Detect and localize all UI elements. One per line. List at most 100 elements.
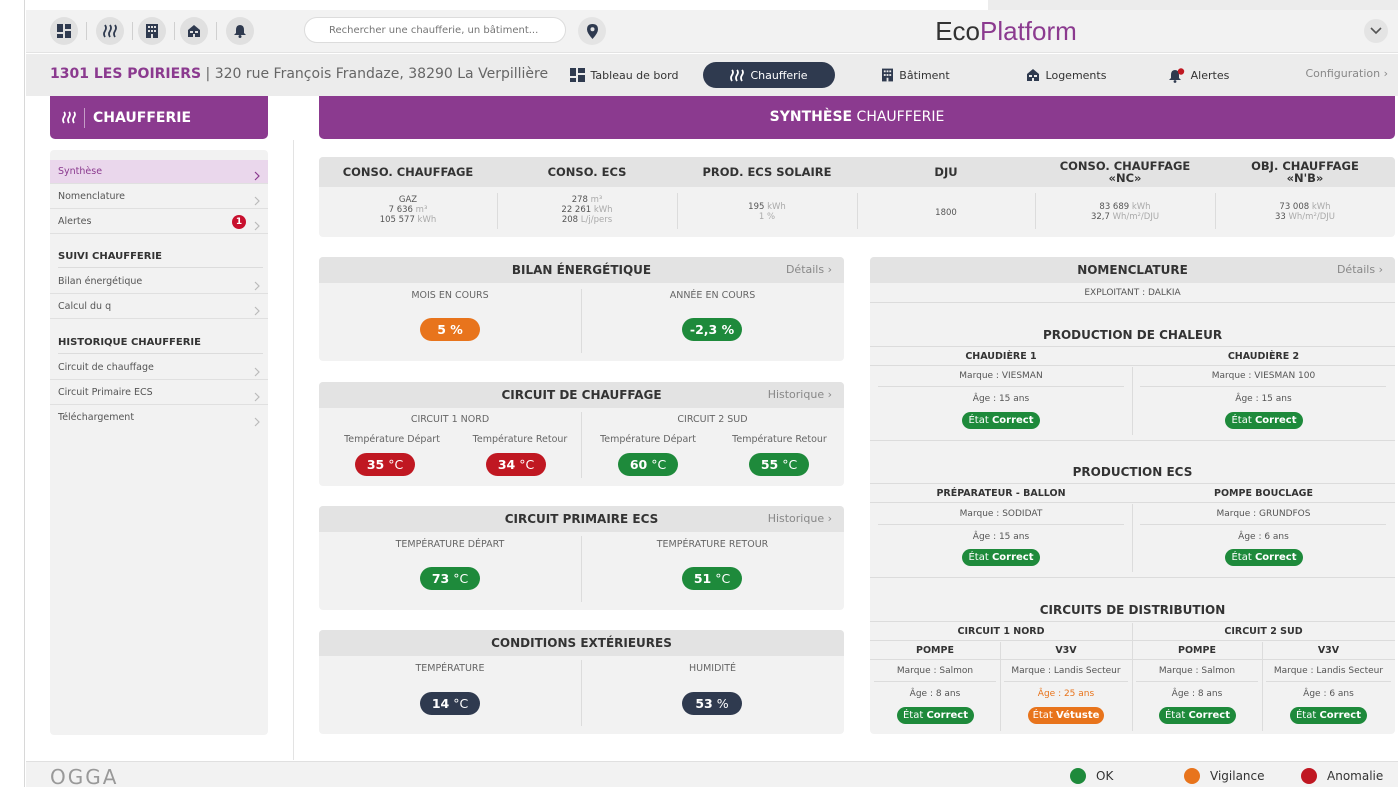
- search-input[interactable]: [304, 17, 566, 43]
- equipment-age: Âge : 15 ans: [972, 532, 1030, 542]
- equipment-brand: Marque : Salmon: [1158, 666, 1236, 676]
- equipment-name: POMPE: [1178, 645, 1216, 656]
- details-link[interactable]: Détails ›: [1337, 257, 1383, 283]
- card-separator: [581, 289, 582, 353]
- sidebar-item-bilan[interactable]: Bilan énergétique: [50, 270, 268, 294]
- sidebar-item-telechargement[interactable]: Téléchargement: [50, 406, 268, 430]
- summary-header-text: DJU: [934, 165, 958, 179]
- status-badge: État Correct: [1225, 549, 1303, 566]
- card-separator: [581, 536, 582, 602]
- temp-value: 60: [629, 457, 648, 472]
- sidebar-item-circuit-chauffage[interactable]: Circuit de chauffage: [50, 356, 268, 380]
- temp-unit: °C: [515, 457, 535, 472]
- historique-link[interactable]: Historique ›: [768, 382, 832, 408]
- sidebar-item-synthese[interactable]: Synthèse: [50, 160, 268, 184]
- dashboard-icon-button[interactable]: [50, 17, 78, 45]
- nav-label: Alertes: [1190, 68, 1230, 82]
- summary-value: 105 577: [379, 215, 415, 225]
- summary-header-text: PROD. ECS SOLAIRE: [702, 165, 832, 179]
- summary-header: CONSO. ECS: [497, 157, 677, 187]
- status-badge: État Correct: [897, 707, 974, 724]
- top-bar: EcoPlatform: [26, 10, 1398, 53]
- sidebar-item-alertes[interactable]: Alertes 1: [50, 210, 268, 234]
- site-code: 1301 LES POIRIERS: [50, 66, 202, 82]
- divider: [878, 524, 1124, 525]
- icon-separator: [132, 22, 133, 40]
- chevron-right-icon: [254, 413, 260, 437]
- nav-configuration[interactable]: Configuration ›: [1305, 67, 1388, 80]
- details-link[interactable]: Détails ›: [786, 257, 832, 283]
- summary-fuel: GAZ: [398, 195, 418, 205]
- annee-label: ANNÉE EN COURS: [669, 290, 756, 301]
- equipment-brand: Marque : VIESMAN: [959, 371, 1043, 381]
- status-value: Vétuste: [1056, 710, 1100, 721]
- summary-value: 32,7: [1090, 212, 1110, 222]
- card-header: CIRCUIT PRIMAIRE ECS Historique ›: [319, 506, 844, 532]
- status-prefix: État: [1231, 415, 1255, 426]
- status-prefix: État: [1164, 710, 1189, 721]
- status-prefix: État: [1231, 552, 1255, 563]
- summary-unit: kWh: [1309, 202, 1331, 212]
- summary-value: 208: [561, 215, 579, 225]
- housing-icon-button[interactable]: [180, 17, 208, 45]
- c2-depart-badge: 60 °C: [618, 453, 678, 476]
- temperature-label: TEMPÉRATURE: [415, 663, 485, 674]
- temp-unit: °C: [449, 696, 469, 711]
- sidebar-item-circuit-ecs[interactable]: Circuit Primaire ECS: [50, 381, 268, 405]
- nav-tableau-de-bord[interactable]: Tableau de bord: [568, 62, 680, 88]
- sidebar-item-nomenclature[interactable]: Nomenclature: [50, 185, 268, 209]
- summary-values: 83 689 kWh 32,7 Wh/m²/DJU: [1035, 202, 1215, 222]
- alerts-icon-button[interactable]: [226, 17, 254, 45]
- expand-button[interactable]: [1364, 19, 1388, 43]
- housing-icon: [1026, 69, 1039, 81]
- nav-chaufferie[interactable]: Chaufferie: [703, 62, 835, 88]
- summary-values: 195 kWh 1 %: [677, 202, 857, 222]
- equipment-brand: Marque : GRUNDFOS: [1216, 509, 1311, 519]
- equipment-name: V3V: [1317, 645, 1340, 656]
- temp-unit: °C: [778, 457, 798, 472]
- summary-unit: kWh: [764, 202, 786, 212]
- sidebar-item-calcul[interactable]: Calcul du q: [50, 295, 268, 319]
- card-title: CIRCUIT DE CHAUFFAGE: [501, 388, 662, 402]
- retour-label: Température Retour: [472, 434, 568, 445]
- sidebar-item-label: Circuit Primaire ECS: [58, 387, 153, 398]
- summary-values: 1800: [857, 208, 1035, 218]
- left-edge-strip: [0, 0, 25, 787]
- brand-part-2: Platform: [980, 16, 1077, 46]
- link-label: Historique: [767, 512, 825, 525]
- equipment-age: Âge : 6 ans: [1238, 532, 1289, 542]
- page-title-rest: CHAUFFERIE: [852, 109, 945, 125]
- building-icon-button[interactable]: [138, 17, 166, 45]
- nav-logements[interactable]: Logements: [1021, 62, 1111, 88]
- heating-icon-button[interactable]: [96, 17, 124, 45]
- nav-batiment[interactable]: Bâtiment: [876, 62, 956, 88]
- equipment-brand: Marque : Salmon: [896, 666, 974, 676]
- housing-icon: [188, 25, 200, 37]
- divider: [870, 483, 1395, 484]
- equipment-brand: Marque : Landis Secteur: [1273, 666, 1384, 676]
- nav-bar: 1301 LES POIRIERS | 320 rue François Fra…: [26, 54, 1398, 96]
- depart-label: TEMPÉRATURE DÉPART: [395, 539, 505, 550]
- page-title: SYNTHÈSE CHAUFFERIE: [319, 96, 1395, 139]
- status-badge: État Correct: [1159, 707, 1236, 724]
- link-label: Détails: [785, 263, 825, 276]
- sidebar-item-label: Alertes: [58, 216, 92, 227]
- sidebar-panel: Synthèse Nomenclature Alertes 1 SUIVI CHA…: [50, 150, 268, 735]
- summary-header: OBJ. CHAUFFAGE «N'B»: [1215, 157, 1395, 187]
- chevron-down-icon: [1370, 27, 1382, 35]
- historique-link[interactable]: Historique ›: [768, 506, 832, 532]
- summary-header-text: «N'B»: [1286, 171, 1324, 185]
- location-button[interactable]: [578, 17, 606, 45]
- brand-part-1: Eco: [935, 16, 980, 46]
- sidebar-item-label: Synthèse: [58, 166, 103, 177]
- nav-alertes[interactable]: Alertes: [1164, 62, 1234, 88]
- divider: [1266, 681, 1391, 682]
- site-address: 1301 LES POIRIERS | 320 rue François Fra…: [50, 66, 548, 82]
- temp-value: 14: [431, 696, 450, 711]
- hum-unit: %: [712, 696, 729, 711]
- bell-icon: [234, 25, 246, 38]
- status-badge: État Correct: [962, 412, 1040, 429]
- heating-waves-icon: [62, 111, 76, 124]
- mois-value-badge: 5 %: [420, 318, 480, 341]
- status-value: Correct: [1254, 415, 1297, 426]
